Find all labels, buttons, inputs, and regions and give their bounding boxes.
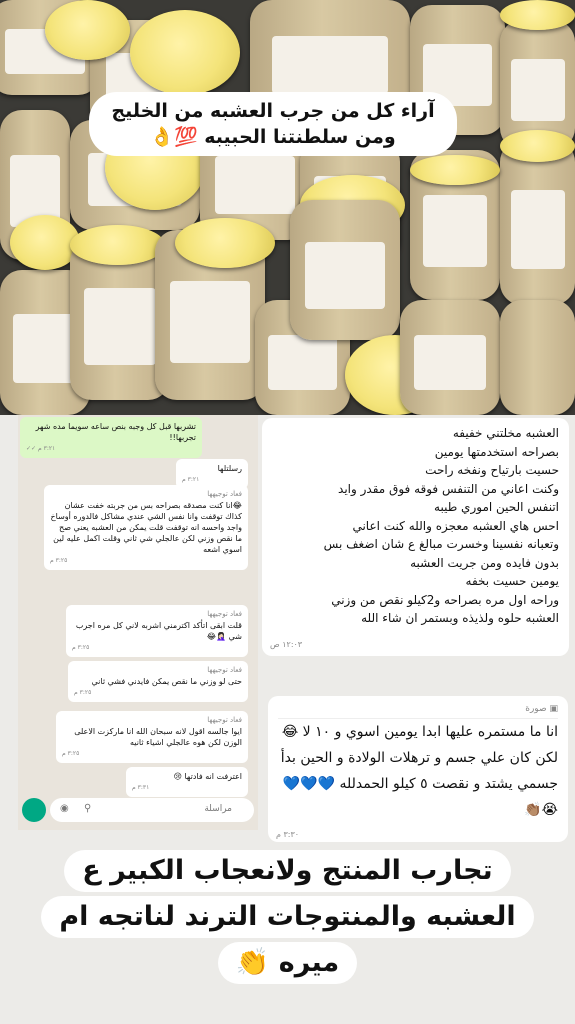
bubble-text: حتى لو وزني ما نقص يمكن فايدني فشي ثاني <box>91 677 243 686</box>
testimonial-line: بصراحه استخدمتها يومين <box>434 444 559 459</box>
headline-line-2: العشبه والمنتوجات الترند لناتجه ام <box>41 896 534 938</box>
bubble-text: رسلتلها <box>217 464 242 473</box>
bottom-headline: تجارب المنتج ولانعجاب الكبير ع العشبه وا… <box>0 848 575 986</box>
message-placeholder: مراسلة <box>204 804 232 814</box>
camera-icon[interactable]: ◉ <box>60 803 69 814</box>
mic-icon[interactable] <box>22 798 46 822</box>
chat-bubble: فعاد توجيهها ايوا جالسه اقول لانه سبحان … <box>56 711 248 763</box>
testimonial-line: وراحه اول مره بصراحه و2كيلو نقص من وزني <box>331 592 559 607</box>
testimonial-text-card: العشبه مخلتني خفيفه بصراحه استخدمتها يوم… <box>262 418 569 656</box>
attach-icon[interactable]: ⚲ <box>84 803 91 814</box>
testimonial-line: احس هاي العشبه معجزه والله كنت اعاني <box>352 518 559 533</box>
reply-header-label: صورة <box>525 704 547 714</box>
bubble-time: ٣:٢٥ م <box>72 644 90 651</box>
chat-bubble: فعاد توجيهها 😂انا كنت مصدقه بصراحه بس من… <box>44 485 248 570</box>
image-icon: ▣ <box>549 704 558 714</box>
forwarded-label: فعاد توجيهها <box>207 666 242 674</box>
bubble-text: اعترفت انه فادتها 😢 <box>173 772 242 781</box>
bubble-text: 😂انا كنت مصدقه بصراحه بس من جربته خفت عش… <box>50 501 242 554</box>
chat-input-bar: مراسلة ◉ ⚲ <box>22 798 254 824</box>
bubble-text: قلت ابقى اتأكد اكترمني اشربه لاني كل مره… <box>75 621 242 641</box>
bubble-text: تشربها قبل كل وجبه بنص ساعه سويما مده شه… <box>35 422 196 442</box>
caption-line-1: آراء كل من جرب العشبه من الخليج <box>111 100 435 122</box>
testimonial-line: اتنفس الحين اموري طيبه <box>434 500 559 514</box>
reply-text: انا ما مستمره عليها ابدا يومين اسوي و ١٠… <box>280 724 558 818</box>
bubble-text: ايوا جالسه اقول لانه سبحان الله انا مارك… <box>74 727 242 747</box>
photo-caption: آراء كل من جرب العشبه من الخليج ومن سلطن… <box>89 92 457 156</box>
bubble-time: ٣:٢٥ م <box>50 557 68 564</box>
chat-bubble: اعترفت انه فادتها 😢 ٣:٣١ م <box>126 767 248 797</box>
testimonial-line: العشبه مخلتني خفيفه <box>452 426 559 440</box>
chat-screenshot: تشربها قبل كل وجبه بنص ساعه سويما مده شه… <box>18 415 258 830</box>
headline-line-3: ميره 👏 <box>217 942 358 984</box>
chat-bubble-sent: تشربها قبل كل وجبه بنص ساعه سويما مده شه… <box>20 417 202 458</box>
testimonial-line: وتعبانه نفسينا وخسرت مبالغ ع شان اضغف بس <box>323 537 559 551</box>
reply-header: ▣ صورة <box>278 700 558 719</box>
bubble-time: ٣:٢١ م ✓✓ <box>26 445 56 452</box>
testimonial-line: وكنت اعاني من التنفس فوقه فوق مقدر وايد <box>338 481 559 496</box>
caption-line-2: ومن سلطنتنا الحبيبه 💯👌 <box>150 126 396 148</box>
bubble-time: ٣:٢١ م <box>182 476 200 483</box>
testimonial-line: العشبه حلوه ولذيذه وبستمر ان شاء الله <box>361 611 559 625</box>
product-photo <box>0 0 575 415</box>
testimonial-line: حسيت بارتياح ونفخه راحت <box>425 463 559 477</box>
testimonial-line: يومين حسيت بخفه <box>465 574 559 588</box>
bubble-time: ٣:٢٥ م <box>62 750 80 757</box>
testimonial-line: بدون فايده ومن جريت العشبه <box>410 555 559 570</box>
forwarded-label: فعاد توجيهها <box>207 610 242 618</box>
headline-line-1: تجارب المنتج ولانعجاب الكبير ع <box>64 850 511 892</box>
message-time: ٣:٣٠ م <box>276 830 300 839</box>
message-input[interactable]: مراسلة ◉ ⚲ <box>50 798 254 822</box>
forwarded-label: فعاد توجيهها <box>207 490 242 498</box>
message-time: ١٢:٠٣ ص <box>270 639 303 649</box>
bubble-time: ٣:٢٥ م <box>74 689 92 696</box>
bubble-time: ٣:٣١ م <box>132 784 150 791</box>
chat-bubble: فعاد توجيهها قلت ابقى اتأكد اكترمني اشرب… <box>66 605 248 657</box>
chat-bubble: فعاد توجيهها حتى لو وزني ما نقص يمكن فاي… <box>68 661 248 702</box>
testimonial-photo-reply-card: ▣ صورة انا ما مستمره عليها ابدا يومين اس… <box>268 696 568 842</box>
forwarded-label: فعاد توجيهها <box>207 716 242 724</box>
